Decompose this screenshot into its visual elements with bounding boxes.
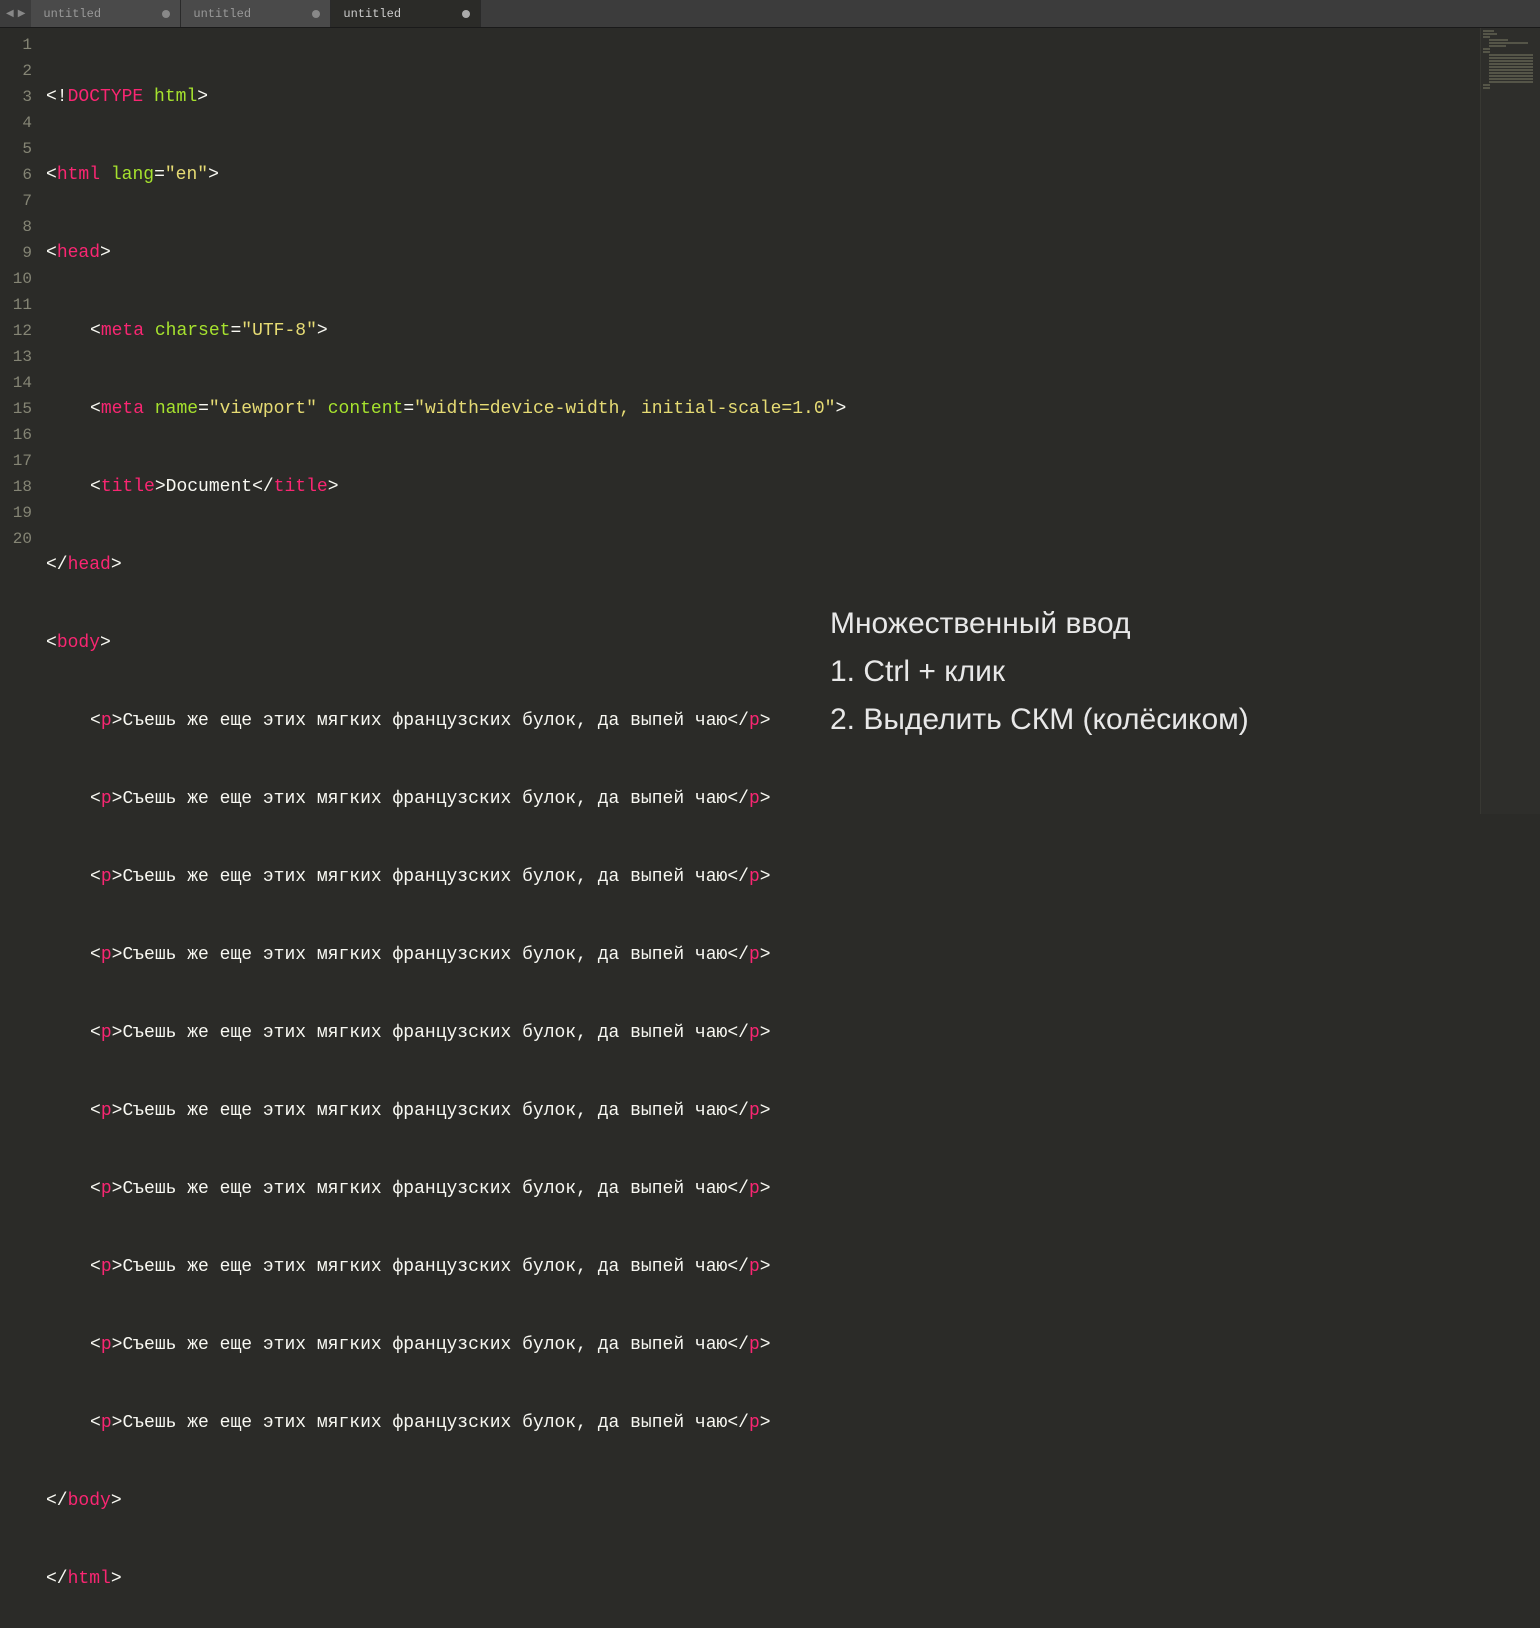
code-editor[interactable]: <!DOCTYPE html> <html lang="en"> <head> … xyxy=(46,28,1480,814)
code-line: </html> xyxy=(46,1566,1480,1592)
dirty-indicator-icon xyxy=(312,10,320,18)
code-line: </body> xyxy=(46,1488,1480,1514)
tab-bar: ◀ ▶ untitled untitled untitled xyxy=(0,0,1540,28)
line-number: 8 xyxy=(0,214,46,240)
line-number: 5 xyxy=(0,136,46,162)
minimap[interactable] xyxy=(1480,28,1540,814)
code-line: <p>Съешь же еще этих мягких французских … xyxy=(46,708,1480,734)
dirty-indicator-icon xyxy=(462,10,470,18)
overlay-line-2: 2. Выделить СКМ (колёсиком) xyxy=(830,696,1249,744)
code-line: <p>Съешь же еще этих мягких французских … xyxy=(46,1020,1480,1046)
line-number: 3 xyxy=(0,84,46,110)
code-line: <head> xyxy=(46,240,1480,266)
tab-untitled-1[interactable]: untitled xyxy=(31,0,181,27)
line-number: 1 xyxy=(0,32,46,58)
code-line: <p>Съешь же еще этих мягких французских … xyxy=(46,1410,1480,1436)
tab-label: untitled xyxy=(193,7,251,21)
code-line: <p>Съешь же еще этих мягких французских … xyxy=(46,942,1480,968)
code-line: <html lang="en"> xyxy=(46,162,1480,188)
line-number: 9 xyxy=(0,240,46,266)
line-number: 15 xyxy=(0,396,46,422)
tab-label: untitled xyxy=(43,7,101,21)
overlay-title: Множественный ввод xyxy=(830,600,1249,648)
line-number: 2 xyxy=(0,58,46,84)
editor-area: 1 2 3 4 5 6 7 8 9 10 11 12 13 14 15 16 1… xyxy=(0,28,1540,814)
code-line: <p>Съешь же еще этих мягких французских … xyxy=(46,1176,1480,1202)
code-line: <p>Съешь же еще этих мягких французских … xyxy=(46,1098,1480,1124)
tab-untitled-2[interactable]: untitled xyxy=(181,0,331,27)
gutter: 1 2 3 4 5 6 7 8 9 10 11 12 13 14 15 16 1… xyxy=(0,28,46,814)
overlay-line-1: 1. Ctrl + клик xyxy=(830,648,1249,696)
code-line: <p>Съешь же еще этих мягких французских … xyxy=(46,1332,1480,1358)
line-number: 14 xyxy=(0,370,46,396)
code-line: <title>Document</title> xyxy=(46,474,1480,500)
line-number: 17 xyxy=(0,448,46,474)
line-number: 6 xyxy=(0,162,46,188)
code-line: <body> xyxy=(46,630,1480,656)
tab-prev-icon[interactable]: ◀ xyxy=(4,8,16,20)
tab-next-icon[interactable]: ▶ xyxy=(16,8,28,20)
code-line: <!DOCTYPE html> xyxy=(46,84,1480,110)
line-number: 20 xyxy=(0,526,46,552)
minimap-content xyxy=(1483,30,1538,90)
annotation-overlay: Множественный ввод 1. Ctrl + клик 2. Выд… xyxy=(830,600,1249,744)
line-number: 19 xyxy=(0,500,46,526)
line-number: 13 xyxy=(0,344,46,370)
code-line: <p>Съешь же еще этих мягких французских … xyxy=(46,864,1480,890)
dirty-indicator-icon xyxy=(162,10,170,18)
line-number: 10 xyxy=(0,266,46,292)
code-line: <p>Съешь же еще этих мягких французских … xyxy=(46,786,1480,812)
line-number: 4 xyxy=(0,110,46,136)
line-number: 18 xyxy=(0,474,46,500)
line-number: 12 xyxy=(0,318,46,344)
line-number: 16 xyxy=(0,422,46,448)
tab-nav: ◀ ▶ xyxy=(0,8,31,20)
line-number: 7 xyxy=(0,188,46,214)
line-number: 11 xyxy=(0,292,46,318)
code-line: <p>Съешь же еще этих мягких французских … xyxy=(46,1254,1480,1280)
code-line: <meta charset="UTF-8"> xyxy=(46,318,1480,344)
code-line: <meta name="viewport" content="width=dev… xyxy=(46,396,1480,422)
tab-untitled-3[interactable]: untitled xyxy=(331,0,481,27)
code-line: </head> xyxy=(46,552,1480,578)
tab-label: untitled xyxy=(343,7,401,21)
